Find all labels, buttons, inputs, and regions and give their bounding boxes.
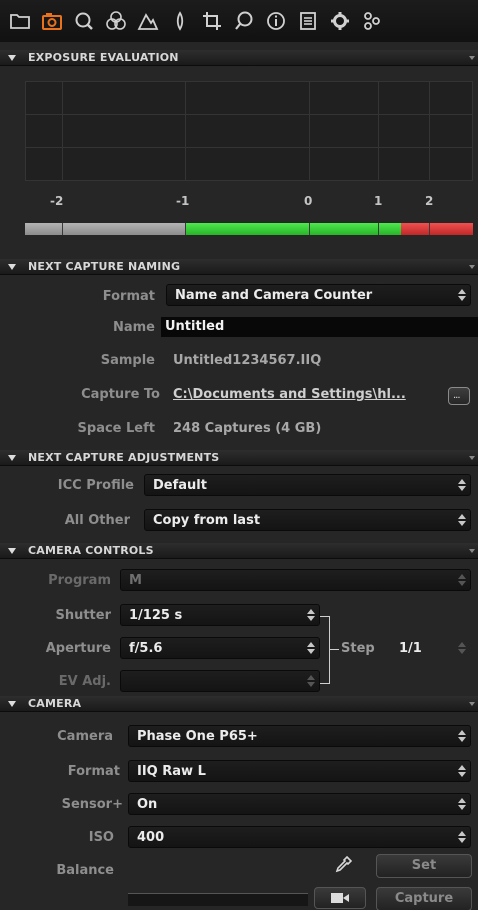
spinner-arrows-icon bbox=[458, 830, 466, 844]
camera-format-label: Format bbox=[67, 764, 120, 779]
name-label: Name bbox=[112, 320, 155, 335]
iso-label: ISO bbox=[88, 830, 114, 845]
spinner-arrows-icon bbox=[307, 641, 315, 655]
step-connector bbox=[329, 649, 339, 650]
program-label: Program bbox=[48, 573, 111, 588]
balance-scale bbox=[128, 893, 308, 906]
sample-label: Sample bbox=[100, 353, 155, 368]
collapse-triangle-icon bbox=[8, 264, 16, 270]
all-other-label: All Other bbox=[64, 513, 130, 528]
capture-to-label: Capture To bbox=[81, 387, 160, 402]
spinner-arrows-icon bbox=[458, 573, 466, 587]
live-view-button[interactable] bbox=[314, 887, 366, 909]
output-icon[interactable] bbox=[294, 7, 322, 35]
info-icon[interactable] bbox=[262, 7, 290, 35]
eyedropper-icon[interactable] bbox=[332, 854, 354, 876]
camera-select[interactable]: Phase One P65+ bbox=[128, 725, 471, 747]
sensor-plus-select[interactable]: On bbox=[128, 793, 471, 815]
camera-controls-header[interactable]: CAMERA CONTROLS bbox=[0, 543, 478, 559]
exposure-icon[interactable] bbox=[134, 7, 162, 35]
exposure-scale-label: -1 bbox=[176, 194, 190, 208]
aperture-label: Aperture bbox=[45, 641, 111, 656]
spinner-arrows-icon bbox=[458, 513, 466, 527]
video-camera-icon bbox=[331, 893, 349, 903]
spinner-arrows-icon bbox=[458, 797, 466, 811]
collapse-triangle-icon bbox=[8, 55, 16, 61]
exposure-scale-label: -2 bbox=[50, 194, 64, 208]
program-select[interactable]: M bbox=[120, 569, 471, 591]
spinner-arrows-icon bbox=[458, 641, 466, 655]
spinner-arrows-icon bbox=[307, 608, 315, 622]
section-menu-icon[interactable] bbox=[469, 56, 475, 60]
set-white-balance-button[interactable]: Set bbox=[376, 854, 472, 878]
camera-label: Camera bbox=[57, 729, 113, 744]
camera-header[interactable]: CAMERA bbox=[0, 696, 478, 712]
capture-folder-link[interactable]: C:\Documents and Settings\hl... bbox=[173, 387, 406, 402]
search-icon[interactable] bbox=[70, 7, 98, 35]
ev-adj-select[interactable] bbox=[120, 670, 320, 692]
spinner-arrows-icon bbox=[458, 729, 466, 743]
balance-label: Balance bbox=[56, 863, 114, 878]
exposure-scale-label: 1 bbox=[374, 194, 383, 208]
all-other-select[interactable]: Copy from last bbox=[144, 509, 471, 531]
settings-icon[interactable] bbox=[326, 7, 354, 35]
step-label: Step bbox=[341, 641, 375, 656]
step-bracket bbox=[320, 616, 330, 684]
iso-select[interactable]: 400 bbox=[128, 826, 471, 848]
sample-value: Untitled1234567.IIQ bbox=[173, 353, 322, 368]
capture-tool-panel: EXPOSURE EVALUATION -2 -1 0 1 2 NEXT CAP… bbox=[0, 0, 478, 910]
exposure-scale-label: 2 bbox=[425, 194, 434, 208]
spinner-arrows-icon bbox=[458, 288, 466, 302]
collapse-triangle-icon bbox=[8, 455, 16, 461]
aperture-select[interactable]: f/5.6 bbox=[120, 637, 320, 659]
sensor-plus-label: Sensor+ bbox=[61, 797, 123, 812]
shutter-select[interactable]: 1/125 s bbox=[120, 604, 320, 626]
capture-button[interactable]: Capture bbox=[376, 887, 472, 910]
naming-format-select[interactable]: Name and Camera Counter bbox=[166, 284, 471, 306]
icc-profile-label: ICC Profile bbox=[57, 478, 134, 493]
folder-icon[interactable] bbox=[6, 7, 34, 35]
color-icon[interactable] bbox=[102, 7, 130, 35]
spinner-arrows-icon bbox=[458, 764, 466, 778]
shutter-label: Shutter bbox=[55, 608, 111, 623]
spinner-arrows-icon bbox=[307, 674, 315, 688]
next-capture-adjustments-header[interactable]: NEXT CAPTURE ADJUSTMENTS bbox=[0, 450, 478, 466]
focus-icon[interactable] bbox=[166, 7, 194, 35]
collapse-triangle-icon bbox=[8, 548, 16, 554]
exposure-meter-bar bbox=[25, 223, 473, 235]
spinner-arrows-icon bbox=[458, 478, 466, 492]
space-left-value: 248 Captures (4 GB) bbox=[173, 421, 322, 436]
collapse-triangle-icon bbox=[8, 701, 16, 707]
space-left-label: Space Left bbox=[77, 421, 155, 436]
icc-profile-select[interactable]: Default bbox=[144, 474, 471, 496]
name-input[interactable]: Untitled bbox=[161, 317, 478, 337]
histogram bbox=[25, 81, 473, 181]
exposure-scale-label: 0 bbox=[304, 194, 313, 208]
camera-format-select[interactable]: IIQ Raw L bbox=[128, 760, 471, 782]
exposure-evaluation-header[interactable]: EXPOSURE EVALUATION bbox=[0, 50, 478, 66]
browse-folder-button[interactable]: ... bbox=[448, 387, 470, 405]
format-label: Format bbox=[102, 289, 155, 304]
section-menu-icon[interactable] bbox=[469, 265, 475, 269]
lens-icon[interactable] bbox=[230, 7, 258, 35]
section-menu-icon[interactable] bbox=[469, 456, 475, 460]
camera-icon[interactable] bbox=[38, 7, 66, 35]
adjustments-icon[interactable] bbox=[358, 7, 386, 35]
section-menu-icon[interactable] bbox=[469, 702, 475, 706]
ev-adj-label: EV Adj. bbox=[58, 674, 111, 689]
tool-tabs-toolbar bbox=[0, 0, 478, 42]
section-menu-icon[interactable] bbox=[469, 549, 475, 553]
next-capture-naming-header[interactable]: NEXT CAPTURE NAMING bbox=[0, 259, 478, 275]
step-select[interactable]: 1/1 bbox=[390, 637, 471, 659]
crop-icon[interactable] bbox=[198, 7, 226, 35]
